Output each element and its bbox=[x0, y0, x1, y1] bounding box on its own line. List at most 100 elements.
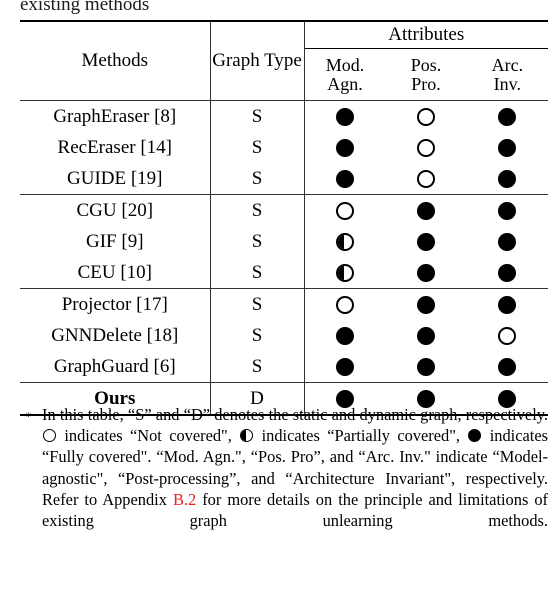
not-covered-icon bbox=[417, 139, 436, 158]
fully-covered-icon bbox=[417, 296, 436, 315]
footnote-part-1: In this table, “S” and “D” denotes the s… bbox=[42, 405, 548, 424]
cell-method-name: Projector [17] bbox=[20, 288, 211, 320]
cell-mark-mod-agn bbox=[303, 257, 386, 289]
fully-covered-icon bbox=[335, 139, 354, 158]
fully-covered-icon bbox=[498, 108, 517, 127]
footnote-part-2: indicates “Not covered", bbox=[57, 426, 240, 446]
cell-mark-arc-inv bbox=[466, 288, 548, 320]
fully-covered-icon bbox=[498, 170, 517, 189]
cell-mark-pos-pro bbox=[385, 163, 466, 195]
table-row: Projector [17] S bbox=[20, 288, 548, 320]
table-row: CEU [10] S bbox=[20, 257, 548, 289]
caption-tail: existing methods bbox=[20, 0, 150, 15]
cell-graph-type: S bbox=[209, 194, 305, 226]
appendix-link-b2[interactable]: B.2 bbox=[173, 490, 196, 509]
cell-method-name: GUIDE [19] bbox=[67, 167, 163, 189]
fully-covered-icon bbox=[417, 358, 436, 377]
cell-method-name: RecEraser [14] bbox=[57, 136, 172, 158]
header-graph-type-line2: Type bbox=[264, 50, 302, 72]
fully-covered-icon bbox=[417, 327, 436, 346]
cell-mark-mod-agn bbox=[303, 226, 386, 257]
not-covered-icon bbox=[417, 108, 436, 127]
fully-covered-icon bbox=[417, 202, 436, 221]
table-row: GIF [9] S bbox=[20, 226, 548, 257]
footnote-part-3: indicates “Partially covered", bbox=[254, 426, 468, 446]
not-covered-icon bbox=[335, 296, 354, 315]
cell-mark-mod-agn bbox=[303, 163, 386, 195]
cell-graph-type: S bbox=[209, 288, 305, 320]
cell-graph-type: S bbox=[209, 320, 305, 351]
footnote-marker: * bbox=[25, 409, 32, 424]
cell-mark-arc-inv bbox=[467, 132, 548, 163]
fully-covered-icon bbox=[335, 108, 354, 127]
cell-mark-arc-inv bbox=[466, 194, 548, 226]
cell-mark-arc-inv bbox=[467, 257, 548, 289]
cell-mark-pos-pro bbox=[385, 257, 466, 289]
not-covered-icon bbox=[417, 170, 436, 189]
table-row: GNNDelete [18] S bbox=[20, 320, 548, 351]
table-footnote: * In this table, “S” and “D” denotes the… bbox=[20, 404, 548, 552]
fully-covered-icon bbox=[335, 170, 354, 189]
header-graph-type: Graph Type bbox=[209, 20, 305, 101]
fully-covered-icon bbox=[417, 233, 436, 252]
cell-mark-pos-pro bbox=[385, 132, 466, 163]
cell-mark-pos-pro bbox=[385, 100, 467, 132]
cell-mark-pos-pro bbox=[385, 320, 466, 351]
cell-graph-type: S bbox=[209, 100, 305, 132]
table-row: CGU [20] S bbox=[20, 194, 548, 226]
header-attr-pos-pro-line2: Pro. bbox=[411, 73, 441, 94]
cell-method-name: GraphEraser [8] bbox=[20, 100, 211, 132]
header-row-top: Methods Graph Type Attributes bbox=[20, 20, 548, 101]
not-covered-icon bbox=[335, 202, 354, 221]
cell-mark-mod-agn bbox=[303, 320, 386, 351]
cell-mark-arc-inv bbox=[467, 351, 548, 383]
table-row: GraphEraser [8] S bbox=[20, 100, 548, 132]
cell-mark-mod-agn bbox=[303, 194, 386, 226]
table-row: RecEraser [14] S bbox=[20, 132, 548, 163]
cell-mark-pos-pro bbox=[385, 194, 467, 226]
cell-mark-pos-pro bbox=[385, 226, 466, 257]
fully-covered-icon bbox=[335, 358, 354, 377]
cell-mark-mod-agn bbox=[303, 100, 386, 132]
header-attr-pos-pro-line1: Pos. bbox=[410, 54, 442, 75]
not-covered-icon bbox=[43, 429, 56, 443]
header-attr-pos-pro: Pos. Pro. bbox=[385, 48, 467, 101]
cell-graph-type: S bbox=[209, 132, 305, 163]
fully-covered-icon bbox=[468, 429, 482, 443]
cell-mark-arc-inv bbox=[467, 226, 548, 257]
cell-mark-mod-agn bbox=[303, 132, 386, 163]
header-attr-mod-agn-line2: Agn. bbox=[327, 73, 363, 94]
cell-method-name: GNNDelete [18] bbox=[51, 324, 179, 346]
fully-covered-icon bbox=[498, 233, 517, 252]
fully-covered-icon bbox=[498, 358, 517, 377]
fully-covered-icon bbox=[335, 327, 354, 346]
not-covered-icon bbox=[498, 327, 517, 346]
table-row: GraphGuard [6] S bbox=[20, 351, 548, 383]
header-attr-arc-inv: Arc. Inv. bbox=[466, 48, 548, 101]
fully-covered-icon bbox=[417, 264, 436, 283]
header-attr-mod-agn-line1: Mod. bbox=[325, 54, 365, 75]
header-attributes-group: Attributes bbox=[303, 20, 548, 49]
cell-graph-type: S bbox=[209, 257, 305, 289]
cell-method-name: GraphGuard [6] bbox=[53, 355, 176, 377]
partially-covered-icon bbox=[335, 264, 354, 283]
header-attr-mod-agn: Mod. Agn. bbox=[303, 48, 386, 101]
table-row: GUIDE [19] S bbox=[20, 163, 548, 195]
cell-mark-arc-inv bbox=[467, 163, 548, 195]
cell-mark-arc-inv bbox=[467, 320, 548, 351]
comparison-table-wrapper: Methods Graph Type Attributes Mod. Agn. … bbox=[20, 20, 548, 416]
cell-mark-arc-inv bbox=[466, 100, 548, 132]
cell-graph-type: S bbox=[209, 351, 305, 383]
fully-covered-icon bbox=[498, 202, 517, 221]
header-attr-arc-inv-line1: Arc. bbox=[491, 54, 524, 75]
cell-mark-mod-agn bbox=[303, 351, 386, 383]
header-methods: Methods bbox=[20, 20, 211, 101]
cell-method-name: CGU [20] bbox=[20, 194, 211, 226]
cell-method-name: GIF [9] bbox=[86, 230, 144, 252]
fully-covered-icon bbox=[498, 296, 517, 315]
header-graph-type-line1: Graph bbox=[212, 50, 260, 72]
table-header: Methods Graph Type Attributes Mod. Agn. … bbox=[20, 20, 548, 101]
fully-covered-icon bbox=[498, 264, 517, 283]
method-comparison-table: Methods Graph Type Attributes Mod. Agn. … bbox=[20, 20, 548, 416]
fully-covered-icon bbox=[498, 139, 517, 158]
